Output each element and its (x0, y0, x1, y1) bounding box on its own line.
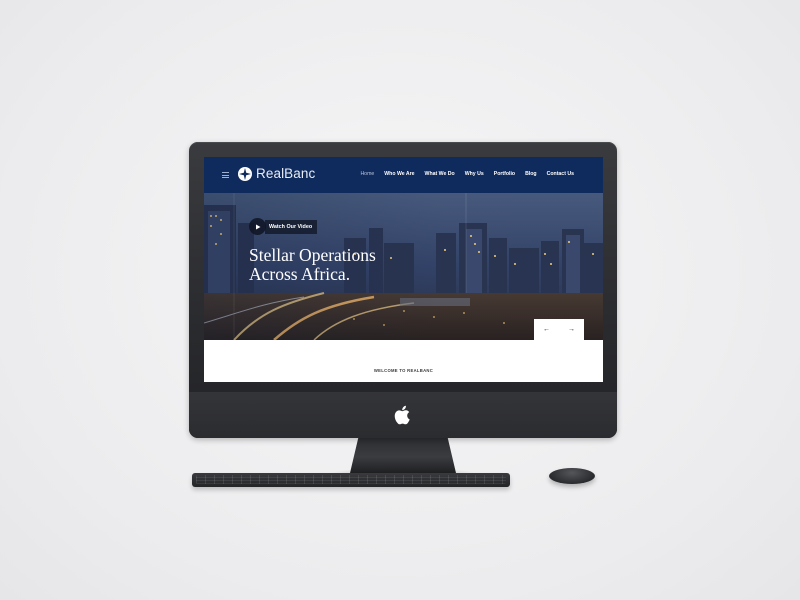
nav-blog[interactable]: Blog (525, 171, 537, 177)
nav-what-we-do[interactable]: What We Do (425, 171, 455, 177)
screen: RealBanc Home Who We Are What We Do Why … (204, 157, 603, 382)
nav-home[interactable]: Home (360, 171, 374, 177)
hero-banner: Watch Our Video Stellar Operations Acros… (204, 193, 603, 340)
monitor-stand (350, 437, 456, 473)
apple-logo-icon (394, 405, 410, 425)
main-nav: Home Who We Are What We Do Why Us Portfo… (350, 171, 574, 177)
arrow-right-icon[interactable]: → (568, 326, 575, 333)
brand-name: RealBanc (256, 166, 316, 181)
hero-title-line-2: Across Africa. (249, 264, 351, 284)
nav-who-we-are[interactable]: Who We Are (384, 171, 414, 177)
mouse (549, 468, 595, 484)
site-header: RealBanc Home Who We Are What We Do Why … (204, 157, 603, 193)
watch-video-button[interactable]: Watch Our Video (249, 218, 318, 235)
nav-why-us[interactable]: Why Us (465, 171, 484, 177)
arrow-left-icon[interactable]: ← (543, 326, 550, 333)
welcome-section: WELCOME TO REALBANC (204, 340, 603, 382)
watch-video-label: Watch Our Video (265, 219, 318, 234)
brand-mark-icon (238, 166, 252, 181)
hero-title: Stellar Operations Across Africa. (249, 246, 449, 284)
brand-logo[interactable]: RealBanc (238, 166, 315, 181)
nav-contact-us[interactable]: Contact Us (547, 171, 574, 177)
keyboard (192, 473, 510, 487)
hero-title-line-1: Stellar Operations (249, 245, 376, 265)
slider-controls: ← → (534, 319, 584, 340)
welcome-heading: WELCOME TO REALBANC (373, 368, 434, 373)
menu-icon[interactable] (222, 172, 229, 178)
nav-portfolio[interactable]: Portfolio (494, 171, 515, 177)
play-icon (249, 218, 266, 235)
